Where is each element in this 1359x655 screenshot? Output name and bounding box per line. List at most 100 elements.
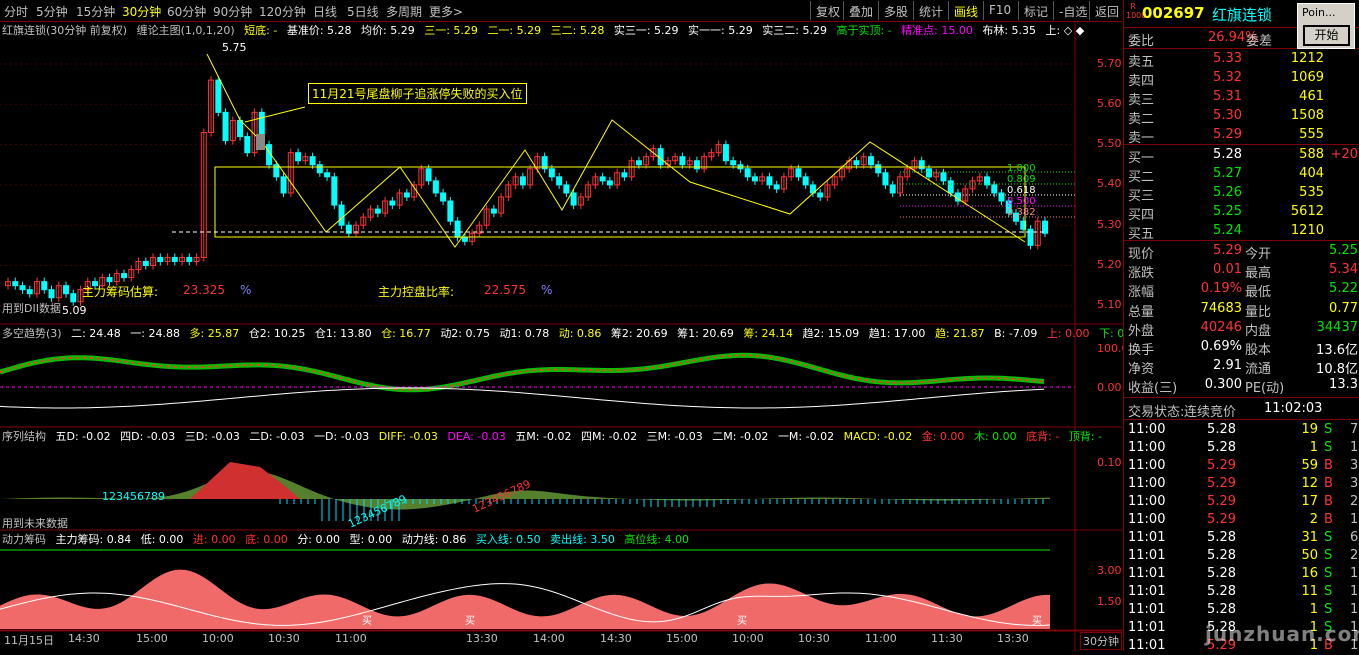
p2-val: 多: 25.87 [189,327,240,340]
quote-panel: R 1000 002697 红旗连锁 委比 26.94% 委差 卖五 5.33 12… [1123,0,1359,653]
stat-value: 5.22 [1329,281,1358,297]
period-more[interactable]: 更多> [429,3,463,20]
multi-stock-button[interactable]: 多股 [878,1,913,20]
y-tick-main: 5.30 [1097,218,1122,231]
mark-button[interactable]: 标记 [1018,1,1053,20]
tick-volume: 59 [1301,458,1318,473]
tick-price: 5.28 [1207,602,1236,617]
tick-side: B [1324,476,1333,491]
divider [1124,240,1359,241]
x-tick: 11:00 [335,632,367,645]
candle-body [215,79,222,113]
stat-row: 换手 0.69% 股本 13.6亿 [1124,339,1359,358]
buy-mark: 买 [362,616,372,627]
candle-body [1042,220,1048,234]
period-fenshi[interactable]: 分时 [4,3,28,20]
param-shang: 上: ◇ ◆ [1045,24,1085,37]
panel2-name[interactable]: 多空趋势(3) [2,327,62,340]
x-tick: 11:00 [865,632,897,645]
candle-body [316,164,323,174]
stat-label: 现价 [1128,247,1155,262]
fuquan-button[interactable]: 复权 [810,1,845,20]
y-tick-main: 5.50 [1097,137,1122,150]
p4-val: 进: 0.00 [192,533,236,546]
add-favorite-button[interactable]: -自选 [1053,1,1092,20]
level-volume: 404 [1299,166,1324,181]
buy-level: 买四 5.25 5612 [1124,204,1359,223]
period-multi[interactable]: 多周期 [386,3,422,20]
p2-val: 趋1: 17.00 [868,327,926,340]
stat-value: 5.25 [1329,243,1358,258]
period-5day[interactable]: 5日线 [347,3,379,20]
candle-body [722,144,729,162]
period-15min[interactable]: 15分钟 [76,3,115,20]
chip-area [0,569,1050,629]
candle-body [563,184,570,194]
stat-label: 股本 [1245,343,1272,358]
stat-value: 0.01 [1213,262,1242,278]
level-price: 5.30 [1213,108,1242,123]
point-popup: Poin... 开始 [1297,3,1355,49]
trend-band [0,352,1045,393]
back-button[interactable]: 返回 [1089,1,1124,20]
candle-body [425,168,432,182]
stats-button[interactable]: 统计 [913,1,948,20]
f10-button[interactable]: F10 [983,1,1016,20]
p4-val: 分: 0.00 [297,533,341,546]
badge-r: R [1130,2,1136,11]
control-ratio-value: 22.575 [484,283,526,297]
sell-level: 卖五 5.33 1212 [1124,51,1359,70]
tick-side: S [1324,440,1333,455]
start-button[interactable]: 开始 [1303,25,1350,46]
y-tick-main: 5.40 [1097,177,1122,190]
period-120min[interactable]: 120分钟 [259,3,306,20]
period-90min[interactable]: 90分钟 [213,3,252,20]
tick-time: 11:01 [1128,566,1166,581]
tick-time: 11:00 [1128,512,1166,527]
overlay-button[interactable]: 叠加 [843,1,878,20]
p2-val: 动1: 0.78 [499,327,550,340]
p2-val: 筹1: 20.69 [677,327,734,340]
candle-body [440,192,447,202]
tick-volume: 19 [1301,422,1318,437]
period-5min[interactable]: 5分钟 [36,3,68,20]
p3-val: MACD: -0.02 [843,430,913,443]
y-tick-main: 5.70 [1097,57,1122,70]
p4-val: 买入线: 0.50 [475,533,541,546]
panel4-name[interactable]: 动力筹码 [2,533,46,546]
draw-line-button[interactable]: 画线 [948,1,983,20]
period-60min[interactable]: 60分钟 [167,3,206,20]
stock-name: 红旗连锁 [1212,6,1273,24]
level-label: 买一 [1128,151,1155,166]
panel3-name[interactable]: 序列结构 [2,430,46,443]
fib-label-2: 0.809 [1007,174,1036,185]
candle-body [795,168,802,178]
period-daily[interactable]: 日线 [313,3,337,20]
period-indicator[interactable]: 30分钟 [1080,632,1122,650]
main-indicator-name[interactable]: 缠论主图(1,0,1,20) [137,24,235,37]
trade-status-row: 交易状态: 连续竞价 11:02:03 [1124,401,1359,420]
tick-row: 11:00 5.29 12 B 3 [1124,476,1359,493]
tick-row: 11:00 5.29 2 B 1 [1124,512,1359,529]
x-tick: 10:30 [268,632,300,645]
control-ratio-label: 主力控盘比率: [378,285,455,299]
annotation-leader [244,106,306,123]
chip-estimate-label: 主力筹码估算: [82,285,159,299]
y-tick-main: 5.60 [1097,97,1122,110]
tick-row: 11:01 5.28 11 S 1 [1124,584,1359,601]
candle-body [26,289,33,295]
tick-row: 11:00 5.28 1 S 1 [1124,440,1359,457]
tick-price: 5.28 [1207,584,1236,599]
period-30min[interactable]: 30分钟 [122,3,161,20]
stock-chart-title: 红旗连锁(30分钟 前复权) [2,24,128,37]
candle-body [432,180,439,194]
tick-side: S [1324,602,1333,617]
stat-label: 收益(三) [1128,381,1178,397]
level-label: 卖五 [1128,55,1155,70]
candle-body [773,184,780,190]
x-tick: 15:00 [136,632,168,645]
stat-row: 现价 5.29 今开 5.25 [1124,243,1359,262]
tick-volume: 16 [1301,566,1318,581]
x-tick: 10:00 [202,632,234,645]
annotation-box[interactable]: 11月21号尾盘柳子追涨停失败的买入位 [308,83,527,104]
